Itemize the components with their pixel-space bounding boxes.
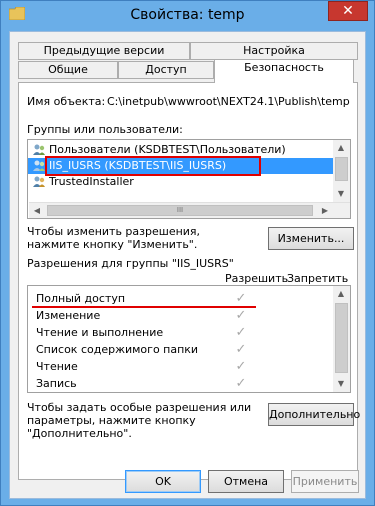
ok-button[interactable]: OK [125,470,201,493]
permissions-label: Разрешения для группы "IIS_IUSRS" [27,257,234,270]
permissions-vertical-scrollbar[interactable]: ▲ ▼ [333,286,350,392]
scroll-left-icon[interactable]: ◀ [29,203,45,218]
scroll-thumb[interactable]: III [47,205,313,216]
allow-check-icon: ✓ [235,308,247,323]
allow-check-icon: ✓ [235,291,247,306]
permissions-listbox[interactable]: Полный доступ ✓ Изменение ✓ Чтение и вып… [27,285,351,393]
deny-column-header: Запретить [287,272,349,285]
groups-listbox[interactable]: Пользователи (KSDBTEST\Пользователи) IIS… [27,139,351,219]
permission-name: Чтение [36,360,78,373]
scroll-right-icon[interactable]: ▶ [317,203,333,218]
tab-previous-versions[interactable]: Предыдущие версии [18,42,190,60]
title-bar[interactable]: Свойства: temp ✕ [1,1,374,31]
allow-column-header: Разрешить [225,272,289,285]
scroll-corner [333,203,350,218]
tab-customize[interactable]: Настройка [190,42,358,60]
allow-check-icon: ✓ [235,359,247,374]
users-icon [33,160,45,171]
change-hint-line2: нажмите кнопку "Изменить". [27,238,198,251]
permission-name: Запись [36,377,77,390]
scroll-thumb[interactable] [335,303,348,373]
users-icon [33,144,45,155]
apply-button[interactable]: Применить [291,470,359,493]
users-icon [33,176,45,187]
security-panel: Имя объекта: C:\inetpub\wwwroot\NEXT24.1… [18,82,360,480]
allow-check-icon: ✓ [235,342,247,357]
allow-check-icon: ✓ [235,376,247,391]
advanced-hint-line1: Чтобы задать особые разрешения или [27,401,252,414]
permission-name: Список содержимого папки [36,343,199,356]
change-button[interactable]: Изменить... [268,227,354,250]
permission-name: Изменение [36,309,101,322]
permission-row: Запись ✓ [28,376,334,392]
tab-sharing[interactable]: Доступ [118,61,214,79]
advanced-hint-line2: параметры, нажмите кнопку [27,414,196,427]
permission-name: Полный доступ [36,292,126,305]
groups-label: Группы или пользователи: [27,123,183,136]
permission-row: Полный доступ ✓ [28,291,334,307]
window-title: Свойства: temp [130,7,245,23]
list-item[interactable]: TrustedInstaller [28,174,333,190]
groups-vertical-scrollbar[interactable]: ▲ ▼ [333,140,350,202]
scroll-up-icon[interactable]: ▲ [333,286,349,302]
close-button[interactable]: ✕ [328,1,368,21]
list-item-label: TrustedInstaller [49,175,134,188]
highlight-box [45,156,261,176]
tab-security[interactable]: Безопасность [214,59,354,83]
groups-horizontal-scrollbar[interactable]: ◀ III ▶ [29,202,350,218]
permission-row: Изменение ✓ [28,308,334,324]
dialog-body: Предыдущие версии Настройка Общие Доступ… [9,31,366,499]
advanced-button[interactable]: Дополнительно [268,403,360,426]
scroll-down-icon[interactable]: ▼ [333,376,349,392]
cancel-button[interactable]: Отмена [208,470,284,493]
scroll-down-icon[interactable]: ▼ [333,186,349,202]
tab-general[interactable]: Общие [18,61,118,79]
object-name-label: Имя объекта: [27,95,106,108]
advanced-hint-line3: "Дополнительно". [27,427,132,440]
permission-row: Чтение ✓ [28,359,334,375]
permission-name: Чтение и выполнение [36,326,164,339]
permission-row: Чтение и выполнение ✓ [28,325,334,341]
scroll-thumb[interactable] [335,157,348,181]
properties-window: Свойства: temp ✕ Предыдущие версии Настр… [0,0,375,506]
change-hint-line1: Чтобы изменить разрешения, [27,225,201,238]
object-path: C:\inetpub\wwwroot\NEXT24.1\Publish\temp [107,95,350,108]
permission-row: Список содержимого папки ✓ [28,342,334,358]
allow-check-icon: ✓ [235,325,247,340]
scroll-up-icon[interactable]: ▲ [333,140,349,156]
